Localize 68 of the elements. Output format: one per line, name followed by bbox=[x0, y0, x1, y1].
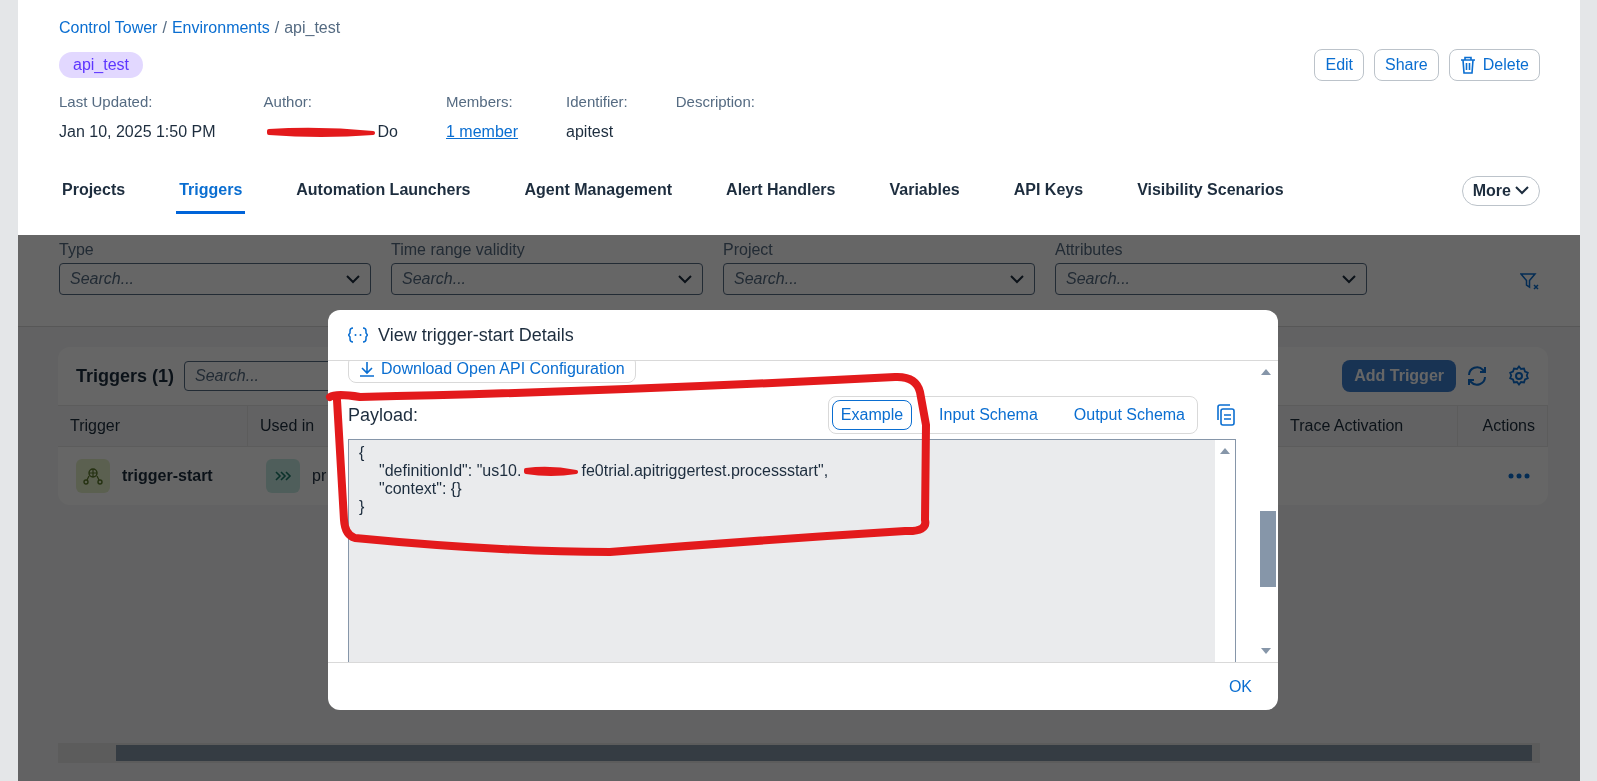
horizontal-scrollbar[interactable] bbox=[58, 743, 1540, 763]
more-icon[interactable] bbox=[1508, 473, 1530, 479]
payload-label: Payload: bbox=[348, 404, 419, 426]
code-text: { bbox=[359, 444, 365, 462]
braces-icon bbox=[348, 327, 368, 343]
tab[interactable]: Alert Handlers bbox=[723, 167, 839, 214]
breadcrumb-link[interactable]: Control Tower bbox=[59, 19, 158, 37]
author-name: Do bbox=[377, 123, 398, 141]
environment-tag: api_test bbox=[59, 52, 144, 78]
meta-label: Description: bbox=[675, 93, 755, 110]
filter-label: Attributes bbox=[1055, 241, 1124, 259]
scrollbar-thumb[interactable] bbox=[1260, 511, 1276, 587]
refresh-icon[interactable] bbox=[1466, 365, 1488, 387]
scroll-down-icon[interactable] bbox=[1261, 648, 1271, 654]
code-area[interactable]: { "definitionId": "us10. fe0trial.apitriggertest.processstart", "context": {} } bbox=[348, 439, 1236, 662]
meta-label: Identifier: bbox=[566, 93, 628, 110]
settings-icon[interactable] bbox=[1508, 365, 1530, 387]
chevron-down-icon bbox=[678, 274, 692, 284]
chevron-down-icon bbox=[1515, 186, 1529, 195]
meta-label: Last Updated: bbox=[59, 93, 154, 110]
code-text: "context": {} bbox=[379, 480, 462, 498]
code-text: fe0trial.apitriggertest.processstart", bbox=[581, 462, 829, 480]
action-button[interactable]: Edit bbox=[1314, 49, 1365, 81]
copy-icon[interactable] bbox=[1216, 404, 1236, 426]
breadcrumb-separator: / bbox=[162, 19, 167, 37]
table-cell: pr bbox=[312, 467, 327, 485]
scroll-up-icon[interactable] bbox=[1220, 448, 1230, 454]
code-text: } bbox=[359, 498, 365, 516]
tab[interactable]: Agent Management bbox=[521, 167, 676, 214]
breadcrumb-current: api_test bbox=[284, 19, 341, 37]
tab[interactable]: Variables bbox=[886, 167, 963, 214]
segment-button[interactable]: Example bbox=[831, 400, 913, 430]
column-header: Trace Activation bbox=[1278, 405, 1458, 446]
code-text: "definitionId": "us10. bbox=[379, 462, 522, 480]
download-button[interactable]: Download Open API Configuration bbox=[348, 361, 636, 383]
trash-icon bbox=[1459, 56, 1476, 74]
filter-label: Time range validity bbox=[391, 241, 526, 259]
column-header: Trigger bbox=[58, 405, 248, 446]
filter-label: Type bbox=[59, 241, 95, 259]
tab[interactable]: Automation Launchers bbox=[293, 167, 474, 214]
chevron-down-icon bbox=[346, 274, 360, 284]
chevron-down-icon bbox=[1342, 274, 1356, 284]
breadcrumb-link[interactable]: Environments bbox=[171, 19, 270, 37]
tab[interactable]: Visibility Scenarios bbox=[1134, 167, 1287, 214]
table-title: Triggers (1) bbox=[76, 365, 175, 387]
tab[interactable]: Triggers bbox=[176, 167, 246, 214]
network-icon bbox=[76, 459, 110, 493]
tab[interactable]: Projects bbox=[59, 167, 129, 214]
meta-value: apitest bbox=[566, 123, 615, 141]
column-header: Actions bbox=[1458, 405, 1548, 446]
clear-filter-icon[interactable] bbox=[1520, 272, 1540, 291]
meta-label: Author: bbox=[263, 93, 313, 110]
ok-button[interactable]: OK bbox=[1222, 676, 1258, 697]
more-button[interactable]: More bbox=[1461, 175, 1540, 206]
tab[interactable]: API Keys bbox=[1010, 167, 1087, 214]
scroll-up-icon[interactable] bbox=[1261, 369, 1271, 375]
members-link[interactable]: 1 member bbox=[446, 123, 519, 141]
chevron-down-icon bbox=[1010, 274, 1024, 284]
filter-label: Project bbox=[723, 241, 774, 259]
action-button[interactable]: Delete bbox=[1448, 49, 1540, 81]
breadcrumb-separator: / bbox=[274, 19, 280, 37]
download-icon bbox=[359, 361, 375, 377]
action-button[interactable]: Share bbox=[1374, 49, 1439, 81]
trigger-name[interactable]: trigger-start bbox=[122, 467, 213, 485]
chevrons-icon bbox=[266, 459, 300, 493]
meta-value: Jan 10, 2025 1:50 PM bbox=[59, 123, 216, 141]
dialog-title: View trigger-start Details bbox=[378, 324, 574, 346]
meta-label: Members: bbox=[446, 93, 514, 110]
